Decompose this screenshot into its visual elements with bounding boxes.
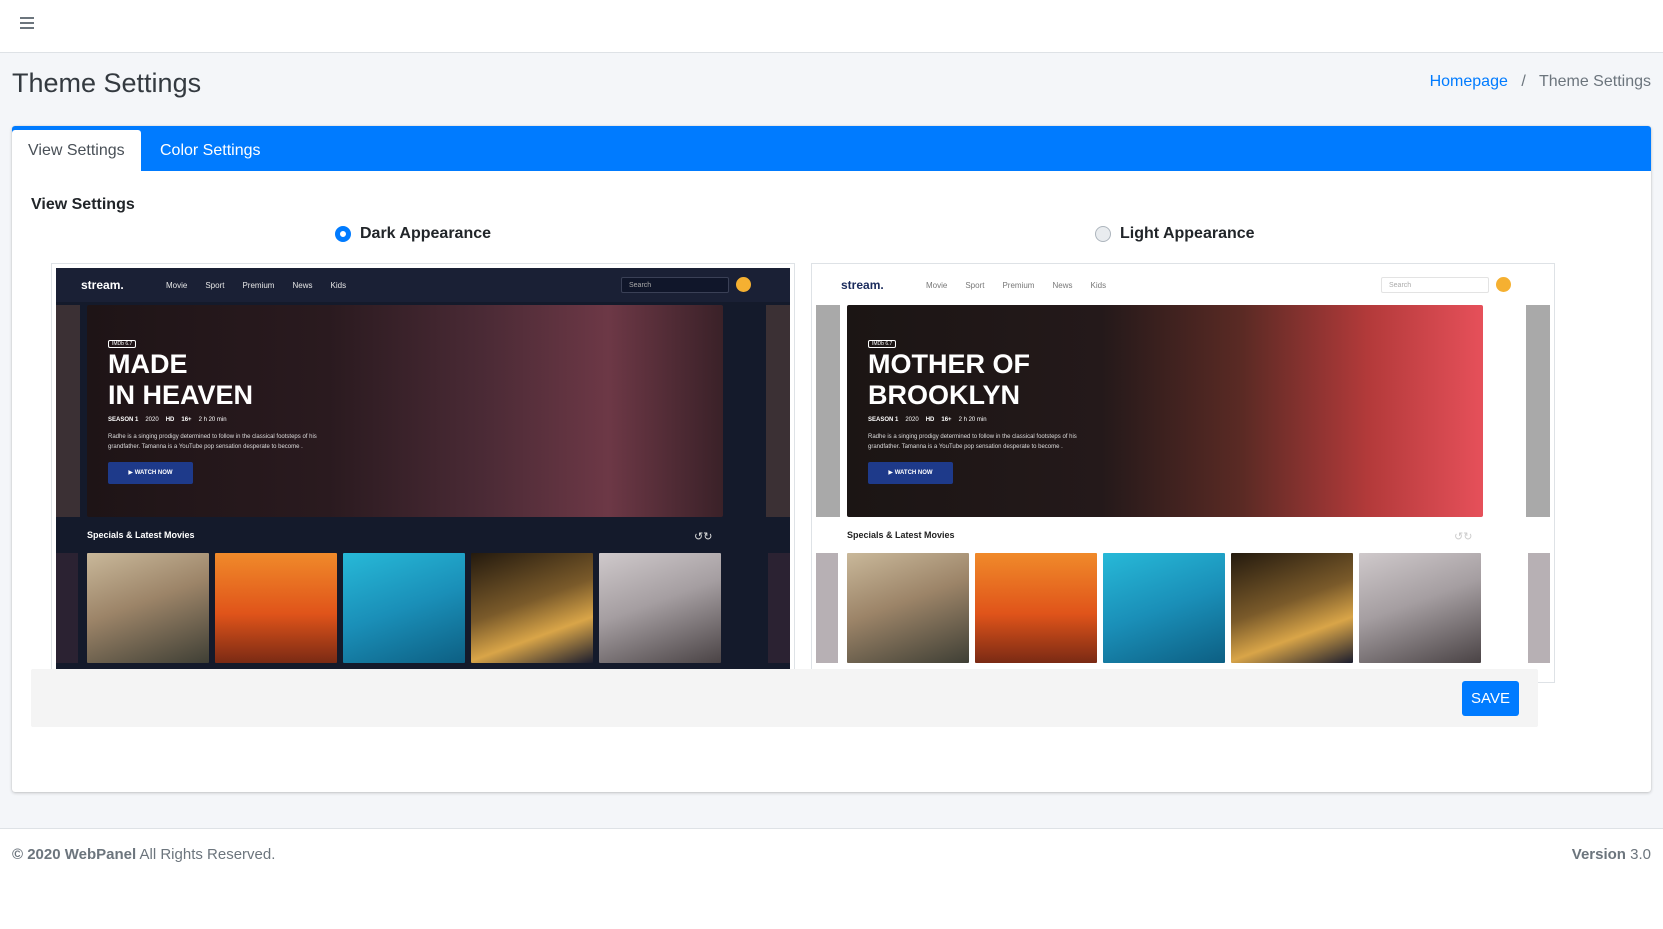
preview-hero-side xyxy=(816,305,840,517)
breadcrumb-current: Theme Settings xyxy=(1538,73,1651,90)
preview-navbar: stream. Movie Sport Premium News Kids Se… xyxy=(56,268,790,302)
preview-thumbnail-image xyxy=(599,553,721,663)
preview-thumbnails xyxy=(87,553,721,663)
preview-menu-item: Premium xyxy=(1002,281,1035,290)
preview-hero-meta: SEASON 1 2020 HD 16+ 2 h 20 min xyxy=(108,417,227,423)
preview-thumbnail-image xyxy=(975,553,1097,663)
section-label: View Settings xyxy=(31,196,135,213)
preview-thumbnail-image xyxy=(87,553,209,663)
preview-duration: 2 h 20 min xyxy=(198,417,227,423)
main-footer: © 2020 WebPanel All Rights Reserved. Ver… xyxy=(0,828,1663,929)
version-text: Version 3.0 xyxy=(1572,846,1651,863)
save-button[interactable]: SAVE xyxy=(1462,681,1519,716)
preview-thumb-side xyxy=(56,553,78,663)
preview-menu-item: Movie xyxy=(166,281,188,290)
version-label: Version xyxy=(1571,846,1626,863)
preview-carousel-arrows-icon: ↺↻ xyxy=(1454,531,1473,543)
preview-menu-item: Movie xyxy=(926,281,948,290)
preview-imdb-badge: IMDb 6.7 xyxy=(108,340,137,348)
preview-thumb-side xyxy=(768,553,790,663)
preview-logo: stream. xyxy=(81,278,124,292)
preview-hero-banner: IMDb 6.7 MOTHER OF BROOKLYN SEASON 1 202… xyxy=(847,305,1483,517)
preview-menu-item: Sport xyxy=(965,281,985,290)
preview-menu-item: News xyxy=(1052,281,1073,290)
preview-rating: 16+ xyxy=(941,417,952,423)
dark-appearance-option[interactable]: Dark Appearance xyxy=(335,225,491,243)
preview-watch-button: ▶ WATCH NOW xyxy=(108,462,193,484)
preview-menu-item: Kids xyxy=(1090,281,1107,290)
preview-menu: Movie Sport Premium News Kids xyxy=(926,281,1106,290)
preview-quality: HD xyxy=(925,417,935,423)
tab-bar: View Settings Color Settings xyxy=(12,126,1651,171)
preview-thumb-side xyxy=(816,553,838,663)
preview-latest-title: Specials & Latest Movies xyxy=(847,530,955,540)
copyright-brand: © 2020 WebPanel xyxy=(12,846,137,863)
page-title: Theme Settings xyxy=(12,68,202,98)
version-value: 3.0 xyxy=(1625,846,1651,863)
tab-view-settings[interactable]: View Settings xyxy=(12,130,141,171)
card-footer: SAVE xyxy=(31,669,1538,727)
preview-thumbnail-image xyxy=(847,553,969,663)
preview-menu: Movie Sport Premium News Kids xyxy=(166,281,346,290)
preview-hero-description: Radhe is a singing prodigy determined to… xyxy=(868,434,1077,450)
breadcrumb-home-link[interactable]: Homepage xyxy=(1430,73,1508,90)
preview-season: SEASON 1 xyxy=(868,417,899,423)
preview-search: Search xyxy=(1381,277,1489,293)
preview-thumbnail-image xyxy=(1103,553,1225,663)
preview-avatar xyxy=(736,277,751,292)
preview-latest-title: Specials & Latest Movies xyxy=(87,530,195,540)
preview-hero-title: MOTHER OF BROOKLYN xyxy=(868,349,1030,410)
preview-avatar xyxy=(1496,277,1511,292)
light-appearance-label: Light Appearance xyxy=(1120,225,1255,242)
preview-watch-button: ▶ WATCH NOW xyxy=(868,462,953,484)
preview-thumbnail-image xyxy=(471,553,593,663)
preview-hero-side xyxy=(1526,305,1550,517)
preview-menu-item: Premium xyxy=(242,281,275,290)
preview-year: 2020 xyxy=(145,417,159,423)
tab-color-settings[interactable]: Color Settings xyxy=(144,130,277,171)
breadcrumb-separator: / xyxy=(1521,73,1526,90)
light-theme-preview[interactable]: stream. Movie Sport Premium News Kids Se… xyxy=(811,263,1555,683)
preview-season: SEASON 1 xyxy=(108,417,139,423)
settings-card: View Settings Color Settings View Settin… xyxy=(12,126,1651,792)
light-appearance-radio[interactable] xyxy=(1095,226,1111,242)
light-preview-screen: stream. Movie Sport Premium News Kids Se… xyxy=(816,268,1550,678)
preview-quality: HD xyxy=(165,417,175,423)
dark-appearance-label: Dark Appearance xyxy=(360,225,492,242)
preview-thumbnail-image xyxy=(1359,553,1481,663)
preview-imdb-badge: IMDb 6.7 xyxy=(868,340,897,348)
preview-thumbnail-image xyxy=(343,553,465,663)
top-navbar xyxy=(0,0,1663,53)
preview-menu-item: Sport xyxy=(205,281,225,290)
preview-menu-item: News xyxy=(292,281,313,290)
preview-search: Search xyxy=(621,277,729,293)
preview-year: 2020 xyxy=(905,417,919,423)
preview-duration: 2 h 20 min xyxy=(958,417,987,423)
dark-preview-screen: stream. Movie Sport Premium News Kids Se… xyxy=(56,268,790,678)
preview-logo: stream. xyxy=(841,278,884,292)
menu-toggle-icon[interactable] xyxy=(20,17,34,31)
preview-menu-item: Kids xyxy=(330,281,347,290)
light-appearance-option[interactable]: Light Appearance xyxy=(1095,225,1255,243)
copyright-rights: All Rights Reserved. xyxy=(136,846,276,863)
preview-hero-title: MADE IN HEAVEN xyxy=(108,349,254,410)
dark-appearance-radio[interactable] xyxy=(335,226,351,242)
preview-hero-description: Radhe is a singing prodigy determined to… xyxy=(108,434,317,450)
preview-carousel-arrows-icon: ↺↻ xyxy=(694,531,713,543)
preview-hero-side xyxy=(766,305,790,517)
preview-rating: 16+ xyxy=(181,417,192,423)
preview-thumbnail-image xyxy=(215,553,337,663)
dark-theme-preview[interactable]: stream. Movie Sport Premium News Kids Se… xyxy=(51,263,795,683)
preview-hero-meta: SEASON 1 2020 HD 16+ 2 h 20 min xyxy=(868,417,987,423)
copyright-text: © 2020 WebPanel All Rights Reserved. xyxy=(12,846,275,863)
breadcrumb: Homepage / Theme Settings xyxy=(1430,73,1651,91)
preview-hero-banner: IMDb 6.7 MADE IN HEAVEN SEASON 1 2020 HD… xyxy=(87,305,723,517)
preview-thumbnail-image xyxy=(1231,553,1353,663)
preview-thumb-side xyxy=(1528,553,1550,663)
preview-hero-side xyxy=(56,305,80,517)
preview-navbar: stream. Movie Sport Premium News Kids Se… xyxy=(816,268,1550,302)
preview-thumbnails xyxy=(847,553,1481,663)
preview-watch-label: WATCH NOW xyxy=(894,470,933,476)
preview-watch-label: WATCH NOW xyxy=(134,470,173,476)
